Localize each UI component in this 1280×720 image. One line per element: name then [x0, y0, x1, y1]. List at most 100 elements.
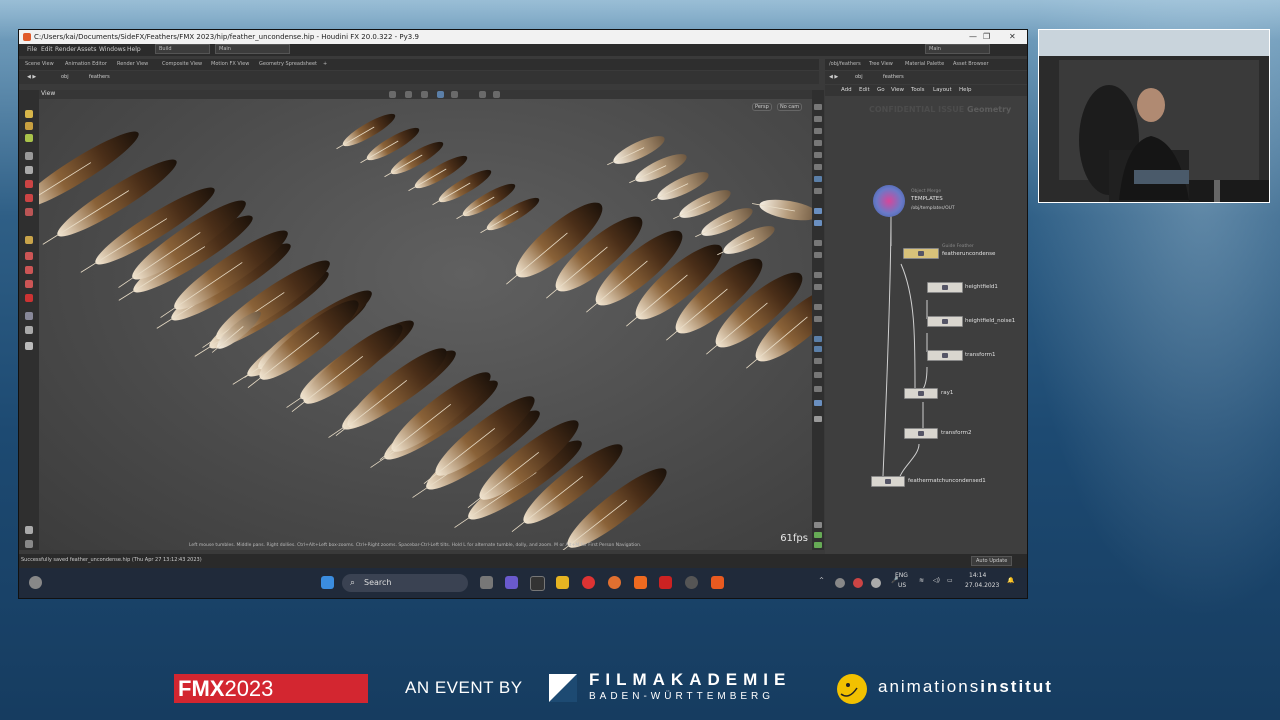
frame-icon[interactable] — [451, 91, 458, 98]
back-icon[interactable]: ◀ ▶ — [27, 71, 36, 84]
heightfield1-node[interactable] — [927, 282, 963, 293]
normals-icon[interactable] — [814, 152, 822, 158]
axis-icon[interactable] — [25, 540, 33, 548]
notification-icon[interactable]: 🔔 — [1007, 577, 1014, 584]
desktop-select[interactable]: Build — [155, 44, 210, 54]
tab-asset-browser[interactable]: Asset Browser — [953, 59, 989, 70]
net-menu-add[interactable]: Add — [841, 85, 852, 96]
arrow-tool-icon[interactable] — [25, 152, 33, 160]
zoom-icon[interactable] — [421, 91, 428, 98]
workspace-select-right[interactable]: Main — [925, 44, 990, 54]
tab-geometry-spreadsheet[interactable]: Geometry Spreadsheet — [259, 59, 317, 70]
paint-icon[interactable] — [25, 236, 33, 244]
ghost-view-icon[interactable] — [493, 91, 500, 98]
axes-icon[interactable] — [814, 358, 822, 364]
tab-render-view[interactable]: Render View — [117, 59, 148, 70]
houdini-icon[interactable] — [711, 576, 724, 589]
net-back-icon[interactable]: ◀ ▶ — [829, 71, 838, 84]
magnet-icon[interactable] — [25, 294, 33, 302]
chrome-icon[interactable] — [582, 576, 595, 589]
net-menu-view[interactable]: View — [891, 85, 904, 96]
guide-icon[interactable] — [814, 252, 822, 258]
pose-tool-icon[interactable] — [25, 134, 33, 142]
wireframe-icon[interactable] — [814, 128, 822, 134]
lock-icon[interactable] — [25, 166, 33, 174]
clock-date[interactable]: 27.04.2023 — [965, 582, 999, 589]
menu-file[interactable]: File — [27, 44, 37, 56]
feathermatchuncondensed1-node[interactable] — [871, 476, 905, 487]
settings-icon[interactable] — [25, 526, 33, 534]
visibility-icon[interactable] — [25, 326, 33, 334]
tab-composite-view[interactable]: Composite View — [162, 59, 202, 70]
stack-icon[interactable] — [814, 346, 822, 352]
select-mode-icon[interactable] — [814, 284, 822, 290]
camera-lock-icon[interactable] — [814, 400, 822, 406]
view-tool-icon[interactable] — [25, 252, 33, 260]
handle-icon[interactable] — [25, 208, 33, 216]
net-path-root[interactable]: obj — [855, 71, 863, 84]
widgets-icon[interactable] — [29, 576, 42, 589]
transform2-node[interactable] — [904, 428, 938, 439]
start-icon[interactable] — [321, 576, 334, 589]
houdini-launcher-icon[interactable] — [634, 576, 647, 589]
menu-help[interactable]: Help — [127, 44, 141, 56]
snapshot-icon[interactable] — [814, 208, 822, 214]
grid-toggle-icon[interactable] — [814, 176, 822, 182]
tray-app2-icon[interactable] — [853, 578, 863, 588]
isolate-icon[interactable] — [814, 372, 822, 378]
net-menu-go[interactable]: Go — [877, 85, 885, 96]
layout-icon[interactable] — [814, 532, 822, 538]
select-tool-icon[interactable] — [25, 110, 33, 118]
obs-icon[interactable] — [685, 576, 698, 589]
clock-time[interactable]: 14:14 — [969, 572, 986, 579]
group-icon[interactable] — [814, 272, 822, 278]
home-icon[interactable] — [479, 91, 486, 98]
region-code[interactable]: US — [898, 582, 906, 589]
tray-chevron-icon[interactable]: ^ — [819, 577, 824, 584]
net-menu-edit[interactable]: Edit — [859, 85, 870, 96]
object-mode-icon[interactable] — [814, 316, 822, 322]
points-icon[interactable] — [814, 140, 822, 146]
info-icon[interactable] — [814, 416, 822, 422]
record-icon[interactable] — [25, 180, 33, 188]
net-menu-help[interactable]: Help — [959, 85, 972, 96]
scene-viewport[interactable]: View Persp No cam 61fps Left mouse tumbl… — [39, 90, 812, 550]
path-node[interactable]: feathers — [89, 71, 110, 84]
snap-icon[interactable] — [25, 194, 33, 202]
minimize-button[interactable]: — — [969, 30, 977, 44]
menu-windows[interactable]: Windows — [99, 44, 126, 56]
layout-grid-icon[interactable] — [814, 542, 822, 548]
network-canvas[interactable]: CONFIDENTIAL ISSUE Geometry Object Merge… — [825, 96, 1027, 554]
display-options-icon[interactable] — [814, 104, 822, 110]
auto-update-button[interactable]: Auto Update — [971, 556, 1013, 566]
featheruncondense-node[interactable] — [903, 248, 939, 259]
shading-icon[interactable] — [814, 116, 822, 122]
tab-network-obj-feathers[interactable]: /obj/feathers — [829, 59, 861, 70]
wifi-icon[interactable]: ≋ — [919, 577, 924, 584]
workspace-select[interactable]: Main — [215, 44, 290, 54]
battery-icon[interactable]: ▭ — [947, 577, 953, 584]
language-code[interactable]: ENG — [895, 572, 908, 579]
add-tab-icon[interactable]: + — [323, 59, 327, 70]
link-icon[interactable] — [814, 336, 822, 342]
display-icon[interactable] — [25, 312, 33, 320]
pan-icon[interactable] — [405, 91, 412, 98]
templates-node[interactable] — [873, 185, 905, 217]
tray-app3-icon[interactable] — [871, 578, 881, 588]
firefox-icon[interactable] — [608, 576, 621, 589]
teams-icon[interactable] — [505, 576, 518, 589]
close-button[interactable]: ✕ — [1009, 30, 1016, 44]
camera-menu[interactable]: No cam — [777, 103, 803, 111]
maximize-button[interactable]: ❐ — [983, 30, 990, 44]
tray-app-icon[interactable] — [835, 578, 845, 588]
volume-icon[interactable]: ◁) — [933, 577, 940, 584]
menu-edit[interactable]: Edit — [41, 44, 53, 56]
camera-tool-icon[interactable] — [814, 304, 822, 310]
tab-scene-view[interactable]: Scene View — [25, 59, 54, 70]
ray1-node[interactable] — [904, 388, 938, 399]
info-bottom-icon[interactable] — [814, 522, 822, 528]
taskbar-search[interactable]: ⌕ Search — [342, 574, 468, 592]
render-icon[interactable] — [814, 386, 822, 392]
tumble-icon[interactable] — [389, 91, 396, 98]
heightfield-noise1-node[interactable] — [927, 316, 963, 327]
